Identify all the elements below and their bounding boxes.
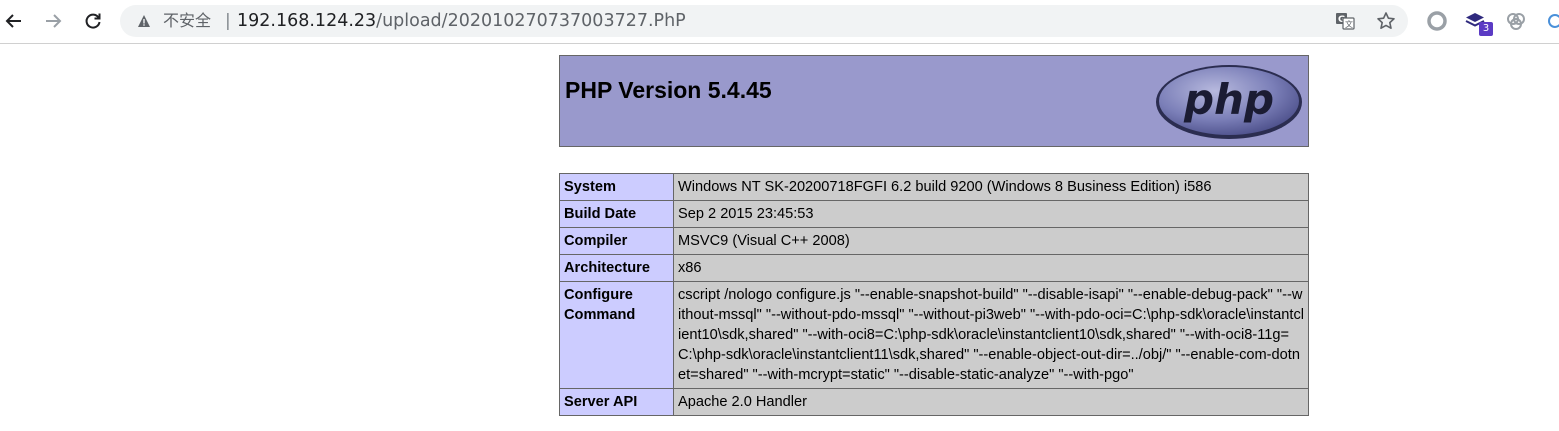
extension-badge: 3 (1479, 22, 1493, 36)
security-separator: | (225, 11, 231, 31)
address-bar[interactable]: 不安全 | 192.168.124.23/upload/202010270737… (120, 5, 1408, 37)
browser-toolbar: 不安全 | 192.168.124.23/upload/202010270737… (0, 0, 1559, 44)
reload-button[interactable] (79, 7, 107, 35)
extension-circle-icon[interactable] (1426, 10, 1448, 32)
extension-link-icon[interactable] (1505, 10, 1527, 32)
table-row: Build Date Sep 2 2015 23:45:53 (559, 200, 1309, 228)
row-value: Apache 2.0 Handler (673, 388, 1309, 416)
php-info-table: System Windows NT SK-20200718FGFI 6.2 bu… (559, 173, 1309, 416)
back-button[interactable] (0, 7, 28, 35)
table-row: Architecture x86 (559, 254, 1309, 282)
row-value: MSVC9 (Visual C++ 2008) (673, 227, 1309, 255)
extension-partial-icon[interactable] (1545, 10, 1559, 32)
svg-text:文: 文 (1345, 19, 1353, 29)
row-value: Windows NT SK-20200718FGFI 6.2 build 920… (673, 173, 1309, 201)
table-row: Compiler MSVC9 (Visual C++ 2008) (559, 227, 1309, 255)
row-label: Compiler (559, 227, 674, 255)
row-value: cscript /nologo configure.js "--enable-s… (673, 281, 1309, 389)
table-row: System Windows NT SK-20200718FGFI 6.2 bu… (559, 173, 1309, 201)
php-version-header: PHP Version 5.4.45 php (559, 55, 1309, 147)
star-icon[interactable] (1376, 11, 1396, 31)
back-icon (5, 14, 21, 28)
row-label: Configure Command (559, 281, 674, 389)
url-text[interactable]: 192.168.124.23/upload/202010270737003727… (237, 11, 686, 31)
translate-icon[interactable]: G 文 (1335, 11, 1355, 31)
row-label: Server API (559, 388, 674, 416)
table-row: Configure Command cscript /nologo config… (559, 281, 1309, 389)
row-value: Sep 2 2015 23:45:53 (673, 200, 1309, 228)
reload-icon (85, 13, 101, 29)
row-label: System (559, 173, 674, 201)
php-version-title: PHP Version 5.4.45 (565, 77, 772, 103)
url-path: /upload/202010270737003727.PhP (376, 11, 686, 31)
security-status-label[interactable]: 不安全 (163, 12, 211, 30)
forward-button[interactable] (39, 7, 67, 35)
forward-icon (46, 14, 62, 28)
table-row: Server API Apache 2.0 Handler (559, 388, 1309, 416)
url-host: 192.168.124.23 (237, 11, 377, 31)
row-value: x86 (673, 254, 1309, 282)
php-logo-text: php (1183, 75, 1274, 124)
row-label: Build Date (559, 200, 674, 228)
php-logo: php (1156, 65, 1302, 139)
row-label: Architecture (559, 254, 674, 282)
warning-icon (138, 15, 150, 27)
